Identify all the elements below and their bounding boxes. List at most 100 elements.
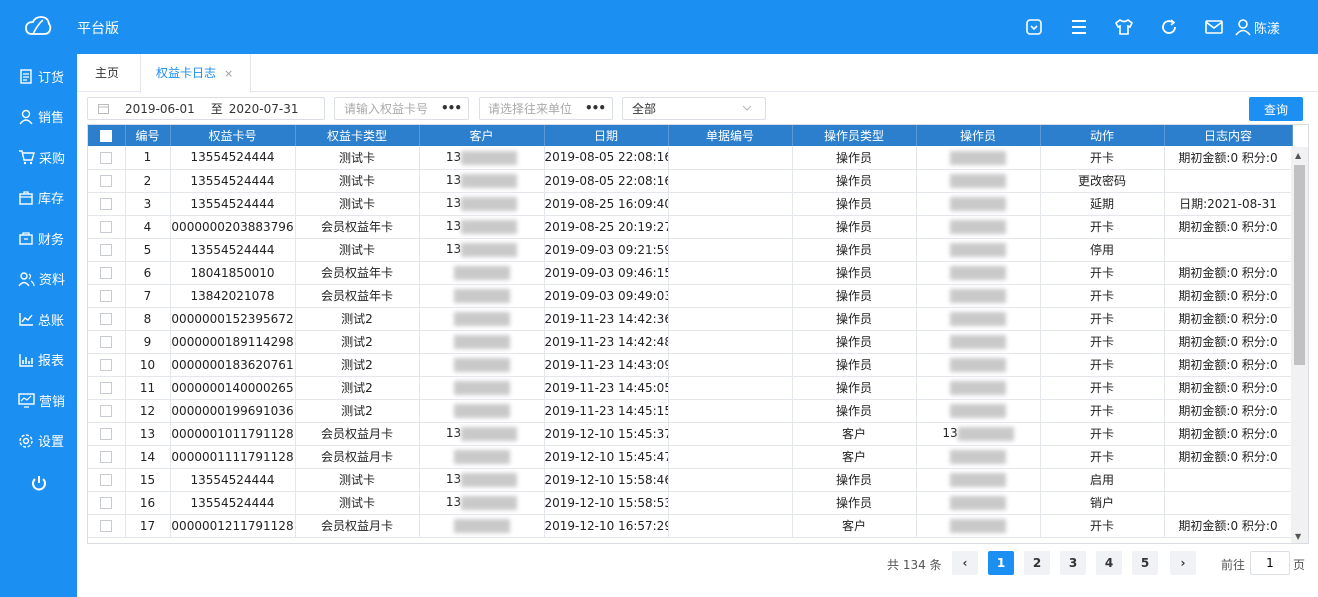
sidebar-item-sales[interactable]: 销售 (0, 97, 77, 138)
table-row[interactable]: 4 0000000203883796 会员权益年卡 13 2019-08-25 20:1… (88, 215, 1293, 239)
table-row[interactable]: 14 0000001111791128 会员权益月卡 2019-12-10 15:45… (88, 445, 1293, 469)
row-checkbox[interactable] (88, 238, 126, 262)
mail-icon[interactable] (1203, 16, 1225, 38)
card-number-input[interactable]: 请输入权益卡号 ••• (334, 97, 469, 120)
row-checkbox[interactable] (88, 307, 126, 331)
row-checkbox[interactable] (88, 422, 126, 446)
page-button-1[interactable]: 1 (988, 551, 1014, 575)
page-button-5[interactable]: 5 (1132, 551, 1158, 575)
sidebar-item-reports[interactable]: 报表 (0, 340, 77, 381)
cell-customer (419, 330, 545, 354)
vertical-scrollbar[interactable]: ▲ ▼ (1291, 147, 1308, 543)
row-checkbox[interactable] (88, 146, 126, 170)
row-checkbox[interactable] (88, 215, 126, 239)
tab-home[interactable]: 主页 (95, 54, 119, 92)
column-header[interactable]: 日志内容 (1164, 125, 1293, 146)
menu-icon[interactable] (1068, 16, 1090, 38)
sidebar-item-finance[interactable]: 财务 (0, 218, 77, 259)
redacted-mask (950, 380, 1006, 395)
row-checkbox[interactable] (88, 169, 126, 193)
row-checkbox[interactable] (88, 468, 126, 492)
user-menu[interactable]: 陈漾 (1235, 18, 1280, 37)
page-button-4[interactable]: 4 (1096, 551, 1122, 575)
redacted-mask (461, 426, 518, 441)
sidebar-item-data[interactable]: 资料 (0, 259, 77, 300)
column-header[interactable]: 编号 (125, 125, 171, 146)
goto-page-input[interactable] (1250, 551, 1290, 575)
table-row[interactable]: 7 13842021078 会员权益年卡 2019-09-03 09:49:03 操作员… (88, 284, 1293, 308)
table-row[interactable]: 13 0000001011791128 会员权益月卡 13 2019-12-10 15:… (88, 422, 1293, 446)
cell-date: 2019-08-05 22:08:16 (544, 146, 669, 170)
row-checkbox[interactable] (88, 399, 126, 423)
redacted-mask (950, 242, 1006, 257)
sidebar-item-marketing[interactable]: 营销 (0, 380, 77, 421)
query-button[interactable]: 查询 (1249, 97, 1303, 121)
row-checkbox[interactable] (88, 353, 126, 377)
table-row[interactable]: 2 13554524444 测试卡 13 2019-08-05 22:08:16 操作员 更… (88, 169, 1293, 193)
column-header[interactable]: 单据编号 (668, 125, 793, 146)
cell-card: 13554524444 (170, 169, 296, 193)
row-checkbox[interactable] (88, 330, 126, 354)
dropdown-box-icon[interactable] (1023, 16, 1045, 38)
column-header[interactable]: 权益卡号 (170, 125, 296, 146)
table-row[interactable]: 16 13554524444 测试卡 13 2019-12-10 15:58:53 操作员… (88, 491, 1293, 515)
column-header[interactable]: 操作员 (916, 125, 1041, 146)
page-button-2[interactable]: 2 (1024, 551, 1050, 575)
row-checkbox[interactable] (88, 284, 126, 308)
more-dots-icon[interactable]: ••• (441, 101, 462, 115)
sidebar-item-settings[interactable]: 设置 (0, 421, 77, 462)
row-checkbox[interactable] (88, 261, 126, 285)
cell-op-type: 操作员 (792, 261, 917, 285)
column-header[interactable]: 日期 (544, 125, 669, 146)
redacted-prefix: 13 (445, 242, 462, 257)
sidebar-item-inventory[interactable]: 库存 (0, 178, 77, 219)
table-row[interactable]: 5 13554524444 测试卡 13 2019-09-03 09:21:59 操作员 停… (88, 238, 1293, 262)
power-button[interactable] (0, 461, 77, 505)
table-row[interactable]: 17 0000001211791128 会员权益月卡 2019-12-10 16:57… (88, 514, 1293, 538)
scroll-down-icon[interactable]: ▼ (1295, 532, 1301, 541)
table-row[interactable]: 6 18041850010 会员权益年卡 2019-09-03 09:46:15 操作员… (88, 261, 1293, 285)
table-row[interactable]: 9 0000000189114298 测试2 2019-11-23 14:42:48 操… (88, 330, 1293, 354)
column-header[interactable]: 操作员类型 (792, 125, 917, 146)
row-checkbox[interactable] (88, 445, 126, 469)
date-range-picker[interactable]: 2019-06-01 至 2020-07-31 (87, 97, 325, 120)
partner-unit-input[interactable]: 请选择往来单位 ••• (479, 97, 613, 120)
more-dots-icon[interactable]: ••• (585, 101, 606, 115)
tab-close-icon[interactable]: × (224, 67, 233, 80)
sidebar-item-order[interactable]: 订货 (0, 56, 77, 97)
table-row[interactable]: 1 13554524444 测试卡 13 2019-08-05 22:08:16 操作员 开… (88, 146, 1293, 170)
status-select[interactable]: 全部 (622, 97, 766, 120)
prev-page-button[interactable]: ‹ (952, 551, 978, 575)
row-checkbox[interactable] (88, 376, 126, 400)
cell-customer: 13 (419, 192, 545, 216)
redacted-mask (950, 196, 1006, 211)
sidebar-item-purchase[interactable]: 采购 (0, 137, 77, 178)
page-button-3[interactable]: 3 (1060, 551, 1086, 575)
cell-date: 2019-11-23 14:42:36 (544, 307, 669, 331)
tab-card-log[interactable]: 权益卡日志 × (140, 54, 251, 93)
redacted-mask (453, 518, 510, 533)
cell-operator (916, 146, 1041, 170)
cell-operator: 13 (916, 422, 1041, 446)
row-checkbox[interactable] (88, 491, 126, 515)
table-row[interactable]: 10 0000000183620761 测试2 2019-11-23 14:43:09… (88, 353, 1293, 377)
sidebar-item-ledger[interactable]: 总账 (0, 299, 77, 340)
scrollbar-thumb[interactable] (1294, 165, 1305, 365)
refresh-icon[interactable] (1158, 16, 1180, 38)
select-all-checkbox[interactable] (88, 125, 126, 146)
cell-log: 期初金额:0 积分:0 (1164, 353, 1293, 377)
column-header[interactable]: 客户 (419, 125, 545, 146)
scroll-up-icon[interactable]: ▲ (1295, 151, 1301, 160)
table-row[interactable]: 8 0000000152395672 测试2 2019-11-23 14:42:36 操… (88, 307, 1293, 331)
column-header[interactable]: 权益卡类型 (295, 125, 420, 146)
table-row[interactable]: 3 13554524444 测试卡 13 2019-08-25 16:09:40 操作员 延… (88, 192, 1293, 216)
shirt-icon[interactable] (1113, 16, 1135, 38)
column-header[interactable]: 动作 (1040, 125, 1165, 146)
row-checkbox[interactable] (88, 192, 126, 216)
table-row[interactable]: 12 0000000199691036 测试2 2019-11-23 14:45:15… (88, 399, 1293, 423)
table-row[interactable]: 11 0000000140000265 测试2 2019-11-23 14:45:05… (88, 376, 1293, 400)
table-row[interactable]: 15 13554524444 测试卡 13 2019-12-10 15:58:46 操作员… (88, 468, 1293, 492)
row-checkbox[interactable] (88, 514, 126, 538)
cell-doc-number (668, 353, 793, 377)
next-page-button[interactable]: › (1170, 551, 1196, 575)
